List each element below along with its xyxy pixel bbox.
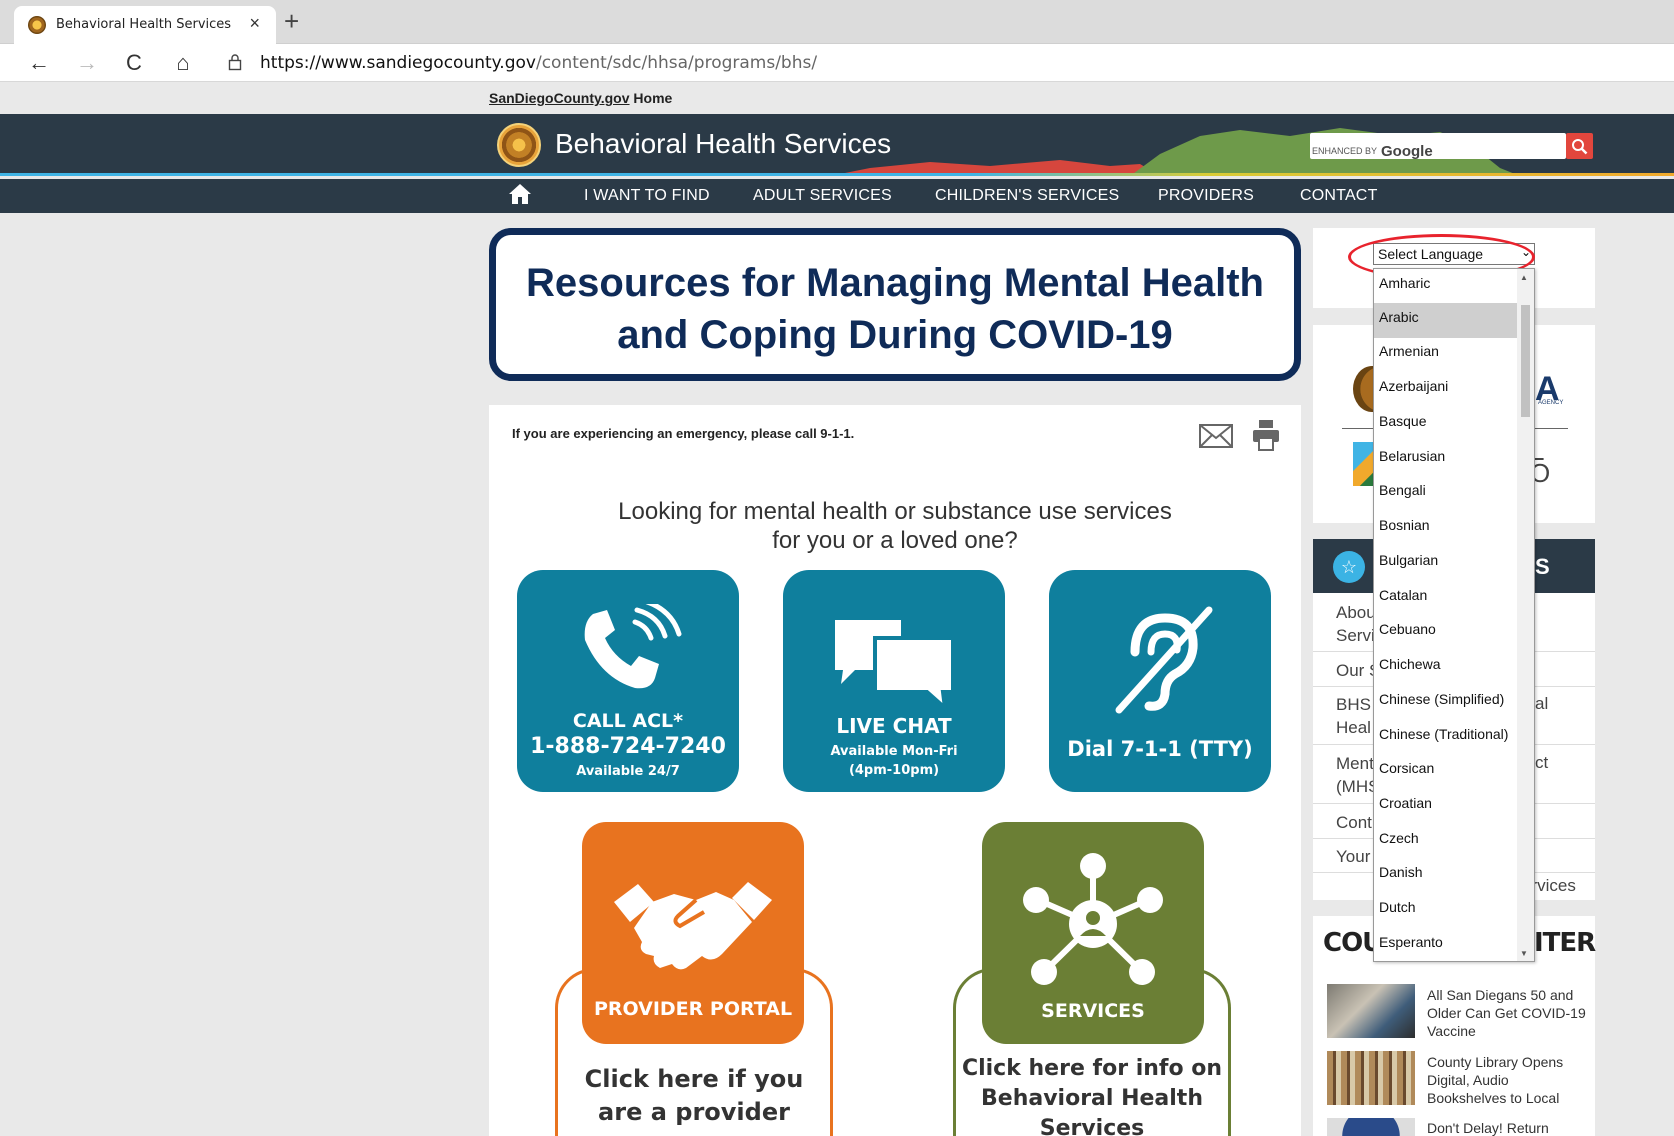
tty-tile[interactable]: Dial 7-1-1 (TTY) [1049, 570, 1271, 792]
address-bar: ← → C ⌂ https://www.sandiegocounty.gov/c… [0, 44, 1674, 82]
language-option[interactable]: Cebuano [1374, 620, 1518, 655]
call-acl-number: 1-888-724-7240 [530, 734, 726, 759]
live-chat-tile[interactable]: LIVE CHAT Available Mon-Fri (4pm-10pm) [783, 570, 1005, 792]
live-chat-label: LIVE CHAT [836, 714, 952, 738]
quick-link-mhsa-tail[interactable]: ct [1535, 753, 1548, 773]
language-option[interactable]: Belarusian [1374, 447, 1518, 482]
services-card[interactable]: SERVICES [982, 822, 1204, 1044]
services-caption[interactable]: Click here for info on Behavioral Health… [953, 1054, 1231, 1136]
header-accent-line [0, 173, 1674, 176]
star-icon: ☆ [1333, 551, 1365, 583]
chat-bubbles-icon [835, 620, 955, 712]
language-option[interactable]: Esperanto [1374, 933, 1518, 961]
scrollbar-thumb[interactable] [1521, 305, 1530, 417]
site-favicon-icon [28, 16, 46, 34]
sdc-home-link[interactable]: SanDiegoCounty.gov Home [489, 90, 672, 106]
nav-home-icon[interactable] [508, 183, 532, 205]
browser-tab[interactable]: Behavioral Health Services × [14, 6, 276, 44]
news-center-title-right: ITER [1534, 928, 1596, 958]
language-option[interactable]: Bengali [1374, 481, 1518, 516]
nav-adult-services[interactable]: ADULT SERVICES [753, 187, 892, 205]
news-item[interactable]: Don't Delay! Return [1427, 1119, 1589, 1136]
language-dropdown-list[interactable]: Amharic Arabic Armenian Azerbaijani Basq… [1373, 268, 1535, 962]
site-title[interactable]: Behavioral Health Services [555, 128, 891, 160]
language-option[interactable]: Dutch [1374, 898, 1518, 933]
search-icon [1572, 139, 1588, 155]
services-prompt: Looking for mental health or substance u… [618, 498, 1172, 554]
dropdown-scrollbar[interactable]: ▲ ▼ [1517, 269, 1534, 961]
language-option[interactable]: Corsican [1374, 759, 1518, 794]
call-acl-availability: Available 24/7 [576, 764, 680, 779]
language-option[interactable]: Croatian [1374, 794, 1518, 829]
browser-tab-bar: Behavioral Health Services × + [0, 0, 1674, 44]
handshake-icon [614, 882, 772, 970]
search-button[interactable] [1566, 133, 1593, 159]
quick-link-bhs-tail[interactable]: al [1535, 694, 1548, 714]
quick-link-contact[interactable]: Cont [1336, 811, 1372, 834]
quick-links-title: S [1535, 554, 1550, 579]
language-option[interactable]: Czech [1374, 829, 1518, 864]
language-option[interactable]: Chinese (Traditional) [1374, 725, 1518, 760]
quick-link-about[interactable]: Abou Servi [1336, 601, 1376, 647]
tty-label: Dial 7-1-1 (TTY) [1067, 737, 1253, 761]
url-text[interactable]: https://www.sandiegocounty.gov/content/s… [260, 53, 817, 73]
search-input[interactable]: ENHANCED BY Google [1310, 133, 1566, 160]
covid-resources-banner[interactable]: Resources for Managing Mental Health and… [489, 228, 1301, 381]
network-icon [1023, 853, 1163, 985]
news-thumbnail[interactable] [1327, 1118, 1415, 1136]
news-thumbnail[interactable] [1327, 1051, 1415, 1105]
news-thumbnail[interactable] [1327, 984, 1415, 1038]
nav-i-want-to-find[interactable]: I WANT TO FIND [584, 187, 710, 205]
back-icon[interactable]: ← [24, 50, 54, 76]
live-chat-hours: (4pm-10pm) [848, 763, 940, 778]
scroll-down-icon[interactable]: ▼ [1520, 949, 1528, 958]
emergency-notice: If you are experiencing an emergency, pl… [512, 426, 855, 441]
provider-portal-card[interactable]: PROVIDER PORTAL [582, 822, 804, 1044]
quick-link-your[interactable]: Your [1336, 845, 1370, 868]
hearing-impaired-icon [1115, 606, 1213, 714]
call-acl-tile[interactable]: CALL ACL* 1-888-724-7240 Available 24/7 [517, 570, 739, 792]
language-option[interactable]: Chinese (Simplified) [1374, 690, 1518, 725]
reload-icon[interactable]: C [119, 50, 149, 76]
language-option[interactable]: Bosnian [1374, 516, 1518, 551]
nav-childrens-services[interactable]: CHILDREN'S SERVICES [935, 187, 1119, 205]
email-icon[interactable] [1199, 424, 1233, 448]
print-icon[interactable] [1252, 419, 1280, 451]
nav-contact[interactable]: CONTACT [1300, 187, 1378, 205]
live-chat-availability: Available Mon-Fri [830, 744, 958, 759]
language-option-selected[interactable]: Arabic [1374, 303, 1518, 338]
tab-title: Behavioral Health Services [56, 17, 232, 32]
nav-providers[interactable]: PROVIDERS [1158, 187, 1254, 205]
quick-link-bhs[interactable]: BHS Heal [1336, 693, 1371, 739]
news-item[interactable]: County Library Opens Digital, Audio Book… [1427, 1053, 1589, 1107]
new-tab-icon[interactable]: + [284, 6, 299, 37]
language-option[interactable]: Catalan [1374, 586, 1518, 621]
language-option[interactable]: Danish [1374, 863, 1518, 898]
scroll-up-icon[interactable]: ▲ [1520, 273, 1528, 282]
language-option[interactable]: Azerbaijani [1374, 377, 1518, 412]
county-seal-logo[interactable] [497, 123, 541, 167]
forward-icon[interactable]: → [72, 50, 102, 76]
language-option[interactable]: Basque [1374, 412, 1518, 447]
language-option[interactable]: Bulgarian [1374, 551, 1518, 586]
call-acl-label: CALL ACL* [572, 710, 684, 732]
news-item[interactable]: All San Diegans 50 and Older Can Get COV… [1427, 986, 1589, 1040]
banner-heading: Resources for Managing Mental Health and… [526, 261, 1264, 357]
tab-close-icon[interactable]: × [249, 13, 260, 34]
search-branding: ENHANCED BY Google [1312, 143, 1433, 160]
provider-portal-label: PROVIDER PORTAL [593, 998, 793, 1020]
hhsa-logo-subtext: AGENCY [1538, 400, 1564, 406]
services-label: SERVICES [1041, 1000, 1145, 1022]
language-option[interactable]: Armenian [1374, 342, 1518, 377]
provider-caption[interactable]: Click here if you are a provider [555, 1063, 833, 1129]
phone-icon [584, 604, 682, 689]
lock-icon[interactable] [228, 53, 242, 71]
home-icon[interactable]: ⌂ [168, 50, 198, 76]
language-option[interactable]: Chichewa [1374, 655, 1518, 690]
